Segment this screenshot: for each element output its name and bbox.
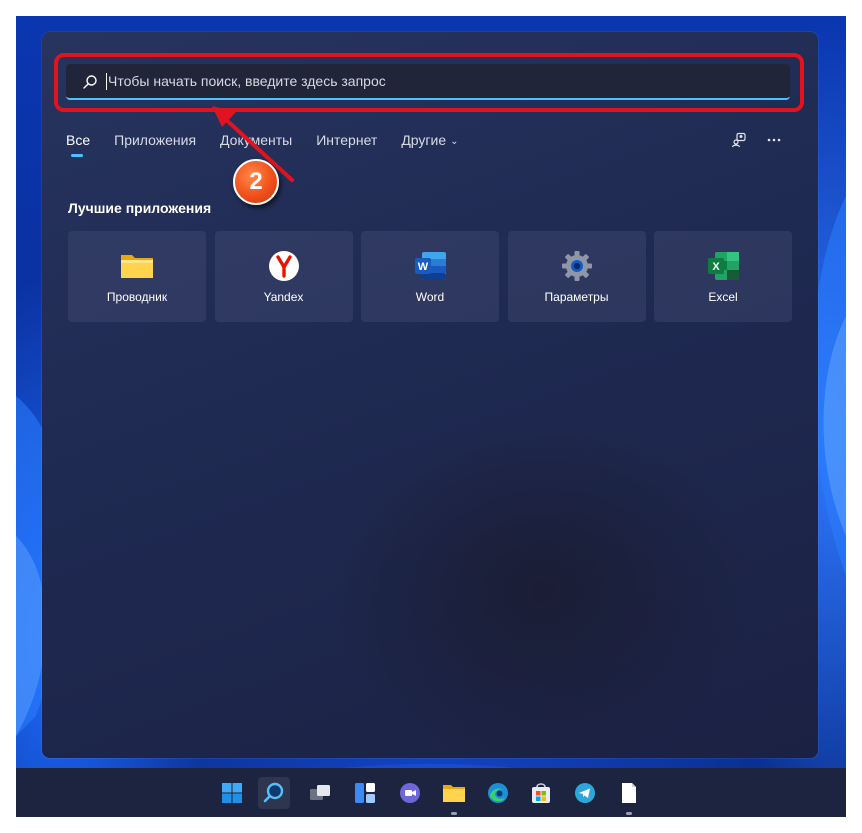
- filter-tabs: Все Приложения Документы Интернет Другие…: [66, 132, 483, 164]
- excel-icon: X: [708, 252, 739, 280]
- search-input[interactable]: [108, 64, 768, 98]
- app-label: Параметры: [544, 290, 609, 304]
- search-icon: [83, 75, 97, 89]
- running-indicator: [451, 812, 457, 815]
- taskbar-store[interactable]: [525, 777, 557, 809]
- app-tile-settings[interactable]: Параметры: [507, 231, 646, 322]
- chevron-down-icon: ⌄: [450, 136, 459, 147]
- file-explorer-icon: [121, 255, 153, 278]
- widgets-icon: [355, 783, 375, 803]
- taskbar-edge[interactable]: [482, 777, 514, 809]
- edge-icon: [488, 783, 508, 803]
- app-label: Excel: [708, 290, 738, 304]
- tab-apps[interactable]: Приложения: [114, 132, 196, 164]
- store-icon: [532, 783, 550, 803]
- telegram-icon: [575, 783, 595, 803]
- app-tile-explorer[interactable]: Проводник: [68, 231, 206, 322]
- more-options-icon: [767, 138, 781, 142]
- search-panel: Все Приложения Документы Интернет Другие…: [42, 32, 818, 758]
- file-explorer-icon: [443, 785, 465, 802]
- taskbar-task-view[interactable]: [304, 777, 336, 809]
- step-badge: 2: [233, 159, 279, 205]
- taskbar-search[interactable]: [258, 777, 290, 809]
- svg-text:W: W: [418, 261, 429, 273]
- settings-gear-icon: [561, 251, 592, 281]
- app-tile-excel[interactable]: X Excel: [654, 231, 792, 322]
- more-options-button[interactable]: [762, 128, 786, 152]
- search-icon: [263, 782, 284, 803]
- tab-internet[interactable]: Интернет: [316, 132, 377, 164]
- text-caret: [106, 73, 107, 90]
- start-icon: [222, 783, 242, 803]
- tab-other-label: Другие: [401, 132, 447, 148]
- account-switch-button[interactable]: [727, 128, 751, 152]
- app-tile-word[interactable]: W Word: [361, 231, 499, 322]
- search-box[interactable]: [66, 64, 790, 100]
- svg-text:X: X: [712, 261, 720, 273]
- tab-all[interactable]: Все: [66, 132, 90, 164]
- document-icon: [622, 783, 636, 803]
- running-indicator: [626, 812, 632, 815]
- taskbar: [16, 768, 846, 817]
- app-label: Word: [415, 290, 445, 304]
- task-view-icon: [310, 785, 330, 800]
- account-switch-icon: [731, 132, 746, 148]
- teams-chat-icon: [400, 783, 420, 803]
- tab-other[interactable]: Другие ⌄: [401, 132, 458, 164]
- app-tile-yandex[interactable]: Yandex: [214, 231, 353, 322]
- taskbar-widgets[interactable]: [349, 777, 381, 809]
- taskbar-telegram[interactable]: [569, 777, 601, 809]
- taskbar-start[interactable]: [216, 777, 248, 809]
- top-apps-list: Проводник Yandex W Word Параметры X Exce…: [68, 231, 801, 322]
- taskbar-teams-chat[interactable]: [394, 777, 426, 809]
- app-label: Yandex: [263, 290, 304, 304]
- word-icon: W: [415, 252, 446, 280]
- yandex-icon: [268, 251, 299, 281]
- app-label: Проводник: [106, 290, 168, 304]
- desktop: Все Приложения Документы Интернет Другие…: [16, 16, 846, 817]
- section-title: Лучшие приложения: [68, 200, 212, 216]
- taskbar-document[interactable]: [613, 777, 645, 809]
- taskbar-file-explorer[interactable]: [438, 777, 470, 809]
